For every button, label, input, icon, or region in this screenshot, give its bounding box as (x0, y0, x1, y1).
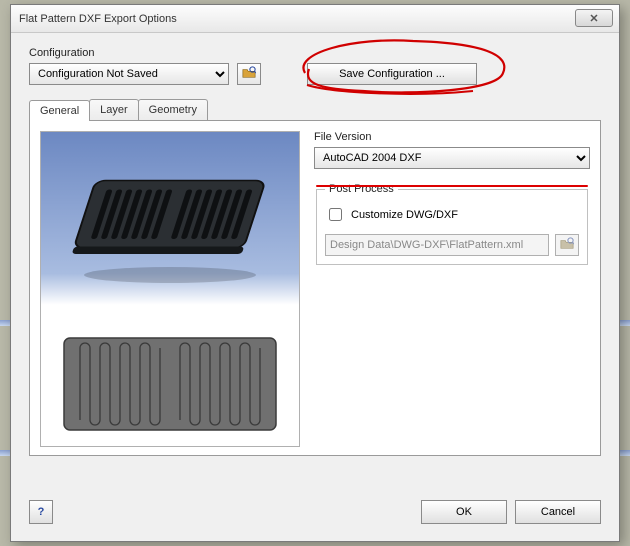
close-icon: ✕ (589, 12, 598, 25)
open-folder-icon (560, 237, 574, 254)
tab-geometry[interactable]: Geometry (138, 99, 208, 120)
configuration-label: Configuration (29, 47, 601, 59)
titlebar[interactable]: Flat Pattern DXF Export Options ✕ (11, 5, 619, 33)
tab-layer[interactable]: Layer (89, 99, 139, 120)
dialog-footer: ? OK Cancel (29, 499, 601, 525)
close-button[interactable]: ✕ (575, 9, 613, 27)
help-icon: ? (38, 506, 45, 518)
post-process-path-field (325, 234, 549, 256)
file-version-select[interactable]: AutoCAD 2004 DXF (314, 147, 590, 169)
preview-pane (40, 131, 300, 447)
dialog-body: Configuration Configuration Not Saved Sa… (11, 33, 619, 541)
dialog-title: Flat Pattern DXF Export Options (19, 13, 177, 25)
tab-strip: General Layer Geometry (29, 99, 601, 120)
tab-general[interactable]: General (29, 100, 90, 121)
ok-button[interactable]: OK (421, 500, 507, 524)
preview-3d-image (43, 134, 297, 320)
customize-checkbox-label: Customize DWG/DXF (351, 209, 458, 221)
file-version-label: File Version (314, 131, 590, 143)
configuration-browse-button[interactable] (237, 63, 261, 85)
save-configuration-button[interactable]: Save Configuration ... (307, 63, 477, 85)
tab-panel-general: File Version AutoCAD 2004 DXF Post Proce… (29, 120, 601, 456)
annotation-underline: AutoCAD 2004 DXF (314, 147, 590, 183)
post-process-browse-button (555, 234, 579, 256)
open-folder-icon (242, 66, 256, 83)
customize-checkbox-row: Customize DWG/DXF (325, 205, 579, 224)
customize-dwg-dxf-checkbox[interactable] (329, 208, 342, 221)
dialog-window: Flat Pattern DXF Export Options ✕ Config… (10, 4, 620, 542)
cancel-button[interactable]: Cancel (515, 500, 601, 524)
help-button[interactable]: ? (29, 500, 53, 524)
preview-flat-image (43, 324, 297, 444)
post-process-group: Post Process Customize DWG/DXF (316, 183, 588, 265)
general-right-column: File Version AutoCAD 2004 DXF Post Proce… (314, 131, 590, 445)
configuration-select[interactable]: Configuration Not Saved (29, 63, 229, 85)
configuration-row: Configuration Not Saved Save Configurati… (29, 63, 601, 85)
